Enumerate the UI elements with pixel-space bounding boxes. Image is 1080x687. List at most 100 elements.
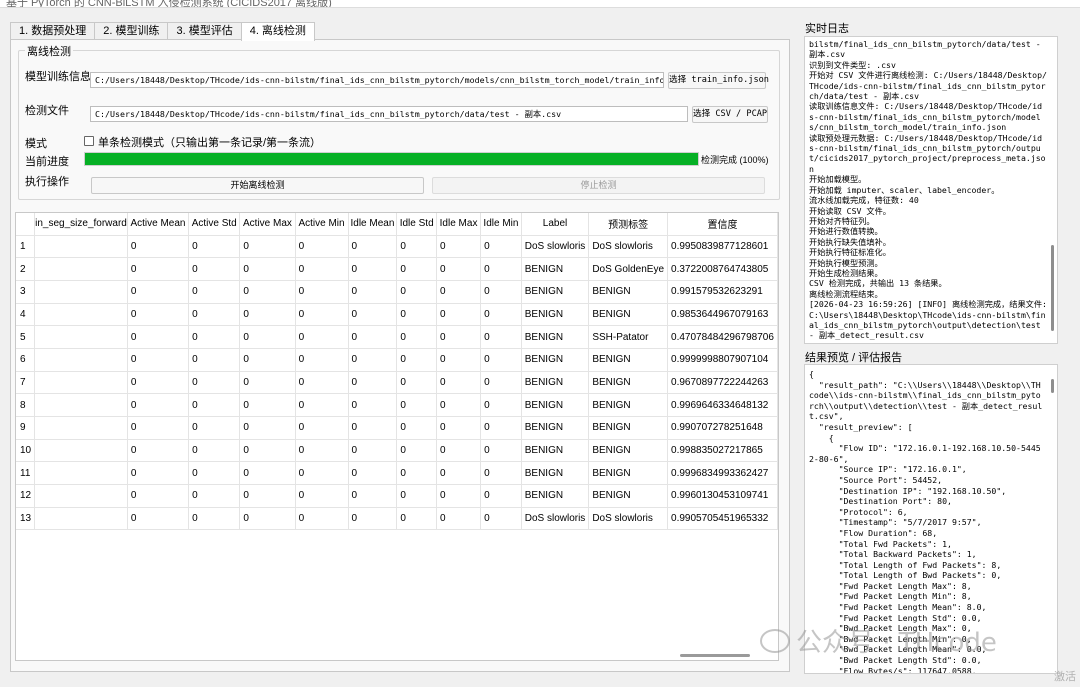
- tab-evaluate[interactable]: 3. 模型评估: [167, 22, 242, 40]
- table-cell[interactable]: 0: [348, 393, 398, 417]
- table-cell[interactable]: [34, 325, 128, 349]
- row-number[interactable]: 13: [16, 507, 36, 531]
- table-row[interactable]: 9 0 0 0 0 0 0 0 0 BENIGN BENIGN 0.990707278251648: [16, 416, 778, 440]
- table-cell[interactable]: [34, 280, 128, 304]
- table-cell[interactable]: BENIGN: [521, 439, 590, 463]
- table-cell[interactable]: 0: [436, 484, 482, 508]
- table-cell[interactable]: 0: [188, 461, 241, 486]
- table-cell[interactable]: 0: [396, 280, 437, 304]
- row-number[interactable]: 9: [16, 416, 36, 440]
- table-cell[interactable]: BENIGN: [521, 280, 590, 304]
- table-cell[interactable]: 0: [396, 439, 437, 463]
- table-cell[interactable]: [34, 393, 128, 417]
- table-row[interactable]: 7 0 0 0 0 0 0 0 0 BENIGN BENIGN 0.9670897722244263: [16, 371, 778, 395]
- table-cell[interactable]: 0: [239, 325, 296, 349]
- table-cell[interactable]: 0: [239, 280, 296, 304]
- table-cell[interactable]: BENIGN: [521, 348, 590, 372]
- table-cell[interactable]: 0: [348, 439, 398, 463]
- table-cell[interactable]: 0: [436, 325, 482, 349]
- table-cell[interactable]: 0.9996834993362427: [667, 461, 778, 486]
- table-cell[interactable]: 0: [188, 416, 241, 440]
- table-row[interactable]: 4 0 0 0 0 0 0 0 0 BENIGN BENIGN 0.9853644967079163: [16, 303, 778, 327]
- table-cell[interactable]: 0: [295, 348, 349, 372]
- table-cell[interactable]: 0.990707278251648: [667, 416, 778, 440]
- table-cell[interactable]: BENIGN: [588, 280, 669, 304]
- table-cell[interactable]: 0: [436, 235, 482, 259]
- table-cell[interactable]: 0: [239, 235, 296, 259]
- table-cell[interactable]: DoS slowloris: [521, 507, 590, 531]
- table-cell[interactable]: 0: [436, 507, 482, 531]
- table-cell[interactable]: BENIGN: [588, 416, 669, 440]
- table-cell[interactable]: BENIGN: [521, 303, 590, 327]
- table-row[interactable]: 5 0 0 0 0 0 0 0 0 BENIGN SSH-Patator 0.470784842967…: [16, 325, 778, 349]
- table-cell[interactable]: 0: [295, 507, 349, 531]
- table-cell[interactable]: 0.9670897722244263: [667, 371, 778, 395]
- table-cell[interactable]: BENIGN: [588, 303, 669, 327]
- table-cell[interactable]: 0: [480, 280, 522, 304]
- column-header[interactable]: 置信度: [667, 213, 778, 236]
- table-cell[interactable]: 0: [348, 371, 398, 395]
- table-cell[interactable]: 0: [348, 325, 398, 349]
- table-cell[interactable]: 0: [295, 439, 349, 463]
- table-cell[interactable]: DoS slowloris: [588, 235, 669, 259]
- table-cell[interactable]: 0.3722008764743805: [667, 257, 778, 281]
- table-cell[interactable]: 0: [396, 303, 437, 327]
- table-cell[interactable]: 0: [127, 280, 190, 304]
- table-cell[interactable]: BENIGN: [588, 484, 669, 508]
- table-cell[interactable]: BENIGN: [521, 461, 590, 486]
- column-header[interactable]: Idle Mean: [348, 213, 398, 236]
- table-cell[interactable]: 0: [239, 348, 296, 372]
- row-number[interactable]: 10: [16, 439, 36, 463]
- table-cell[interactable]: 0: [127, 348, 190, 372]
- table-cell[interactable]: DoS GoldenEye: [588, 257, 669, 281]
- table-cell[interactable]: BENIGN: [521, 257, 590, 281]
- table-cell[interactable]: BENIGN: [521, 325, 590, 349]
- table-cell[interactable]: 0: [348, 303, 398, 327]
- table-cell[interactable]: 0: [295, 416, 349, 440]
- table-cell[interactable]: 0: [127, 416, 190, 440]
- log-scrollbar[interactable]: [1051, 245, 1054, 331]
- table-cell[interactable]: 0: [239, 461, 296, 486]
- table-cell[interactable]: 0: [396, 507, 437, 531]
- table-cell[interactable]: 0: [480, 507, 522, 531]
- table-cell[interactable]: 0: [480, 461, 522, 486]
- table-cell[interactable]: 0: [348, 280, 398, 304]
- table-cell[interactable]: 0.9999998807907104: [667, 348, 778, 372]
- table-cell[interactable]: 0: [396, 348, 437, 372]
- table-cell[interactable]: 0: [436, 280, 482, 304]
- table-cell[interactable]: [34, 461, 128, 486]
- table-cell[interactable]: 0: [436, 393, 482, 417]
- table-row[interactable]: 1 0 0 0 0 0 0 0 0 DoS slowloris DoS slowloris 0.995…: [16, 235, 778, 259]
- table-cell[interactable]: BENIGN: [521, 371, 590, 395]
- table-cell[interactable]: 0: [188, 280, 241, 304]
- column-header[interactable]: 预测标签: [588, 213, 669, 236]
- column-header[interactable]: Idle Max: [436, 213, 482, 236]
- table-cell[interactable]: BENIGN: [521, 393, 590, 417]
- table-cell[interactable]: 0: [188, 325, 241, 349]
- table-cell[interactable]: 0: [239, 416, 296, 440]
- table-cell[interactable]: BENIGN: [588, 461, 669, 486]
- table-cell[interactable]: 0: [239, 439, 296, 463]
- table-cell[interactable]: 0: [396, 393, 437, 417]
- column-header[interactable]: Idle Min: [480, 213, 522, 236]
- table-cell[interactable]: 0: [348, 484, 398, 508]
- table-cell[interactable]: [34, 484, 128, 508]
- table-cell[interactable]: 0: [436, 257, 482, 281]
- table-cell[interactable]: BENIGN: [521, 484, 590, 508]
- table-cell[interactable]: 0: [348, 348, 398, 372]
- report-scrollbar[interactable]: [1051, 379, 1054, 393]
- table-cell[interactable]: 0: [188, 348, 241, 372]
- table-cell[interactable]: 0: [436, 416, 482, 440]
- table-cell[interactable]: [34, 439, 128, 463]
- model-info-path-input[interactable]: C:/Users/18448/Desktop/THcode/ids-cnn-bi…: [90, 72, 664, 88]
- table-cell[interactable]: 0: [239, 303, 296, 327]
- row-number[interactable]: 7: [16, 371, 36, 395]
- table-cell[interactable]: 0: [396, 235, 437, 259]
- row-number[interactable]: 4: [16, 303, 36, 327]
- table-cell[interactable]: 0: [480, 303, 522, 327]
- table-cell[interactable]: 0: [480, 439, 522, 463]
- table-cell[interactable]: BENIGN: [521, 416, 590, 440]
- column-header[interactable]: Active Std: [188, 213, 241, 236]
- table-cell[interactable]: 0: [295, 371, 349, 395]
- table-cell[interactable]: BENIGN: [588, 371, 669, 395]
